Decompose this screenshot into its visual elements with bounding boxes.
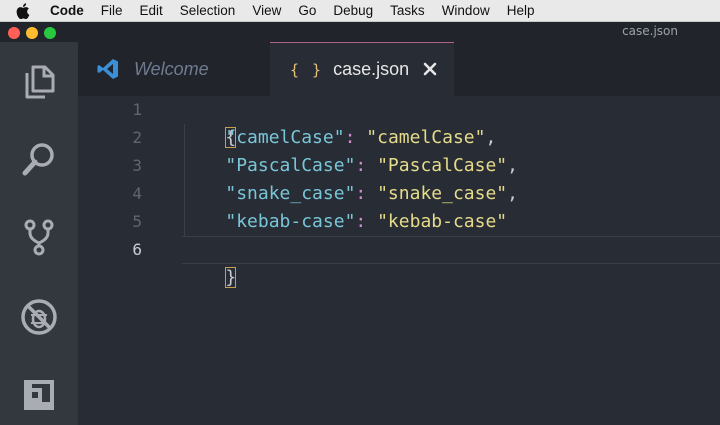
tab-case-json-label: case.json [333, 59, 410, 79]
extensions-icon-svg [24, 380, 54, 410]
source-control-icon[interactable] [14, 212, 64, 262]
json-key: "snake_case" [225, 183, 356, 204]
json-key: "kebab-case" [225, 211, 356, 232]
tab-welcome-label: Welcome [134, 58, 209, 79]
search-icon[interactable] [14, 134, 64, 184]
line-number-gutter: 1 2 3 4 5 6 [78, 96, 158, 425]
editor-tab-bar: Welcome { } case.json [78, 42, 720, 96]
line-number: 2 [132, 128, 142, 147]
vscode-logo-icon [96, 57, 120, 81]
search-icon-svg [22, 143, 54, 176]
current-line-highlight [182, 236, 720, 264]
tab-case-json[interactable]: { } case.json [270, 42, 454, 96]
line-number-current: 6 [132, 240, 142, 259]
menu-tasks[interactable]: Tasks [390, 3, 425, 18]
close-icon[interactable] [420, 59, 440, 79]
json-key: "PascalCase" [225, 155, 356, 176]
json-colon: : [355, 211, 367, 232]
window-minimize-button[interactable] [26, 27, 38, 39]
menu-view[interactable]: View [252, 3, 281, 18]
debug-icon[interactable] [14, 292, 64, 342]
line-number: 4 [132, 184, 142, 203]
json-comma: , [485, 127, 497, 148]
extensions-icon[interactable] [14, 370, 64, 420]
window-maximize-button[interactable] [44, 27, 56, 39]
macos-menu-bar: Code File Edit Selection View Go Debug T… [0, 0, 720, 22]
debug-icon-svg [21, 299, 57, 335]
window-close-button[interactable] [8, 27, 20, 39]
line-number: 5 [132, 212, 142, 231]
tab-welcome[interactable]: Welcome [78, 42, 270, 96]
json-colon: : [344, 127, 356, 148]
code-line-6[interactable]: } [182, 236, 237, 288]
menu-debug[interactable]: Debug [333, 3, 373, 18]
json-value: "camelCase" [366, 127, 486, 148]
json-colon: : [355, 183, 367, 204]
menu-edit[interactable]: Edit [140, 3, 163, 18]
code-editor[interactable]: 1 2 3 4 5 6 { "camelCase": "camelCase", … [78, 96, 720, 425]
code-line-3[interactable]: "PascalCase": "PascalCase", [182, 152, 518, 180]
close-icon-svg [423, 62, 437, 76]
line-number: 1 [132, 100, 142, 119]
source-control-icon-svg [24, 219, 54, 256]
code-line-5[interactable]: "kebab-case": "kebab-case" [182, 208, 507, 236]
json-braces-icon: { } [290, 60, 324, 79]
json-value: "snake_case" [377, 183, 508, 204]
menu-selection[interactable]: Selection [180, 3, 236, 18]
json-comma: , [507, 183, 518, 204]
code-line-2[interactable]: "camelCase": "camelCase", [182, 124, 496, 152]
window-title-bar: case.json [0, 22, 720, 42]
json-comma: , [507, 155, 518, 176]
menu-code[interactable]: Code [50, 3, 84, 18]
activity-bar [0, 42, 78, 425]
line-number: 3 [132, 156, 142, 175]
json-value: "PascalCase" [377, 155, 508, 176]
menu-go[interactable]: Go [298, 3, 316, 18]
json-colon: : [355, 155, 367, 176]
files-icon-svg [25, 65, 55, 99]
json-key: "camelCase" [225, 127, 345, 148]
code-line-1[interactable]: { [182, 96, 237, 148]
close-brace: } [225, 267, 237, 288]
code-line-4[interactable]: "snake_case": "snake_case", [182, 180, 518, 208]
vscode-logo-svg [97, 59, 118, 79]
menu-file[interactable]: File [101, 3, 123, 18]
apple-logo-svg [16, 2, 30, 19]
menu-help[interactable]: Help [507, 3, 535, 18]
apple-logo-icon[interactable] [12, 0, 34, 22]
json-value: "kebab-case" [377, 211, 508, 232]
menu-window[interactable]: Window [442, 3, 490, 18]
window-title: case.json [622, 24, 678, 38]
files-icon[interactable] [14, 56, 64, 106]
